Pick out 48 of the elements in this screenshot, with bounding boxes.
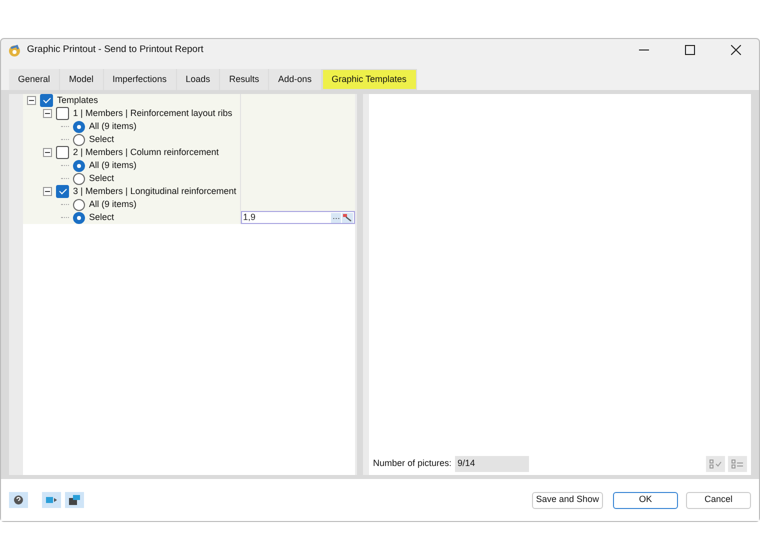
checkbox[interactable] (56, 185, 69, 198)
option-label: All (9 items) (89, 198, 137, 211)
tree-label: 3 | Members | Longitudinal reinforcement (73, 184, 236, 198)
tab[interactable]: Model (60, 69, 104, 90)
radio-button[interactable] (73, 212, 85, 224)
radio-button[interactable] (73, 160, 85, 172)
maximize-icon[interactable] (685, 45, 695, 55)
window-title: Graphic Printout - Send to Printout Report (27, 42, 204, 57)
ok-button[interactable]: OK (613, 492, 678, 508)
app-logo-icon (8, 44, 21, 56)
checkbox[interactable] (40, 94, 53, 107)
option-label: All (9 items) (89, 158, 137, 172)
option-label: Select (89, 132, 114, 146)
checkbox[interactable] (56, 146, 69, 159)
radio-button[interactable] (73, 172, 85, 184)
checkbox[interactable] (56, 107, 69, 120)
count-label: Number of pictures: (373, 456, 452, 470)
tree-label: 2 | Members | Column reinforcement (73, 146, 219, 159)
collapse-icon[interactable] (27, 96, 36, 105)
tab[interactable]: General (9, 69, 60, 90)
save-show-button[interactable]: Save and Show (532, 492, 603, 508)
save-icon[interactable] (65, 492, 84, 508)
tree-label: 1 | Members | Reinforcement layout ribs (73, 106, 232, 120)
toggle-selection-icon[interactable] (728, 456, 747, 472)
browse-button[interactable]: ... (331, 212, 341, 222)
radio-button[interactable] (73, 198, 85, 210)
close-icon[interactable] (731, 45, 741, 55)
option-label: Select (89, 210, 114, 224)
selection-field[interactable]: 1,9 ... (241, 211, 355, 224)
tab[interactable]: Add-ons (269, 69, 322, 90)
cancel-button[interactable]: Cancel (686, 492, 751, 508)
tab[interactable]: Graphic Templates (322, 69, 417, 90)
tab[interactable]: Results (220, 69, 270, 90)
pick-icon[interactable] (342, 212, 353, 222)
tab[interactable]: Imperfections (104, 69, 177, 90)
selection-value: 1,9 (243, 210, 257, 224)
check-all-icon[interactable] (706, 456, 725, 472)
tab[interactable]: Loads (176, 69, 220, 90)
help-icon[interactable] (9, 492, 28, 508)
radio-button[interactable] (73, 120, 85, 132)
tree-label: Templates (57, 94, 98, 107)
option-label: Select (89, 172, 114, 185)
radio-button[interactable] (73, 134, 85, 146)
option-label: All (9 items) (89, 120, 137, 133)
count-field: 9/14 (454, 456, 529, 472)
collapse-icon[interactable] (43, 109, 52, 118)
collapse-icon[interactable] (43, 148, 52, 157)
collapse-icon[interactable] (43, 187, 52, 196)
